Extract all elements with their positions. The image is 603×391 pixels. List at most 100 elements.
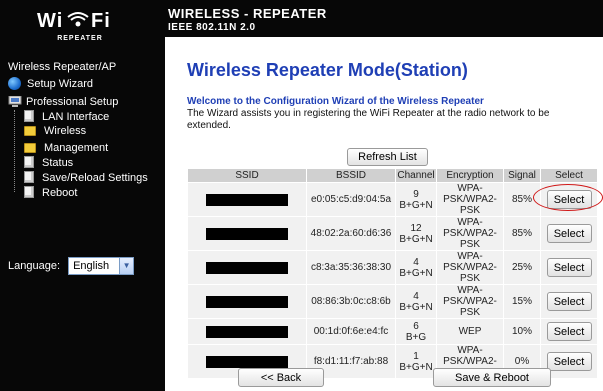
sidebar-item-label: Wireless	[44, 125, 87, 137]
encryption-cell: WPA-PSK/WPA2-PSK	[437, 217, 503, 250]
column-header-encryption: Encryption	[437, 169, 503, 182]
sidebar-item-save-reload[interactable]: Save/Reload Settings	[24, 171, 148, 184]
wifi-repeater-logo: Wi Fi REPEATER	[20, 8, 140, 52]
signal-cell: 10%	[504, 319, 540, 344]
bssid-cell: e0:05:c5:d9:04:5a	[307, 183, 395, 216]
select-button[interactable]: Select	[546, 224, 592, 243]
sidebar-item-reboot[interactable]: Reboot	[24, 186, 77, 199]
channel-mode: B+G+N	[399, 199, 433, 211]
column-header-ssid: SSID	[188, 169, 306, 182]
column-header-channel: Channel	[396, 169, 436, 182]
sidebar-item-label: Management	[44, 142, 109, 154]
back-button[interactable]: << Back	[238, 368, 324, 387]
redacted-ssid	[206, 295, 288, 308]
column-header-bssid: BSSID	[307, 169, 395, 182]
logo-brand: Wi Fi	[20, 8, 140, 34]
wizard-description: The Wizard assists you in registering th…	[187, 108, 550, 131]
folder-icon	[24, 126, 36, 136]
channel-number: 9	[413, 188, 419, 200]
bssid-cell: 08:86:3b:0c:c8:6b	[307, 285, 395, 318]
sidebar-item-lan-interface[interactable]: LAN Interface	[24, 110, 109, 123]
document-icon	[24, 171, 34, 183]
ssid-cell	[188, 183, 306, 216]
sidebar-item-label: LAN Interface	[42, 111, 110, 123]
channel-number: 12	[410, 222, 422, 234]
document-icon	[24, 186, 34, 198]
table-row: e0:05:c5:d9:04:5a 9 B+G+N WPA-PSK/WPA2-PS…	[188, 183, 597, 216]
select-cell: Select	[541, 217, 597, 250]
signal-cell: 15%	[504, 285, 540, 318]
folder-icon	[24, 143, 36, 153]
encryption-cell: WPA-PSK/WPA2-PSK	[437, 285, 503, 318]
chevron-down-icon: ▼	[119, 258, 134, 274]
select-cell: Select	[541, 319, 597, 344]
select-cell: Select	[541, 183, 597, 216]
sidebar-item-label: Reboot	[42, 187, 78, 199]
table-row: c8:3a:35:36:38:30 4 B+G+N WPA-PSK/WPA2-PS…	[188, 251, 597, 284]
signal-cell: 85%	[504, 183, 540, 216]
redacted-ssid	[206, 227, 288, 240]
globe-icon	[8, 77, 21, 90]
sidebar-item-management[interactable]: Management	[24, 141, 108, 154]
channel-number: 6	[413, 320, 419, 332]
logo-subtitle: REPEATER	[57, 35, 103, 42]
channel-number: 4	[413, 256, 419, 268]
document-icon	[24, 156, 34, 168]
table-row: 48:02:2a:60:d6:36 12 B+G+N WPA-PSK/WPA2-P…	[188, 217, 597, 250]
refresh-list-button[interactable]: Refresh List	[347, 148, 428, 166]
sidebar-item-setup-wizard[interactable]: Setup Wizard	[8, 77, 93, 93]
svg-text:Wi: Wi	[37, 10, 63, 31]
redacted-ssid	[206, 261, 288, 274]
language-value: English	[73, 260, 110, 272]
select-button[interactable]: Select	[546, 352, 592, 371]
computer-icon	[8, 96, 22, 107]
bssid-cell: c8:3a:35:36:38:30	[307, 251, 395, 284]
ssid-cell	[188, 251, 306, 284]
channel-number: 1	[413, 350, 419, 362]
table-header-row: SSID BSSID Channel Encryption Signal Sel…	[188, 169, 597, 182]
channel-cell: 9 B+G+N	[396, 183, 436, 216]
table-row: 00:1d:0f:6e:e4:fc 6 B+G WEP 10% Select	[188, 319, 597, 344]
sidebar-item-label: Save/Reload Settings	[42, 172, 148, 184]
select-button[interactable]: Select	[546, 258, 592, 277]
sidebar-item-status[interactable]: Status	[24, 156, 73, 169]
save-reboot-button[interactable]: Save & Reboot	[433, 368, 551, 387]
header-title: WIRELESS - REPEATER	[168, 6, 327, 21]
select-button[interactable]: Select	[546, 292, 592, 311]
sidebar-item-professional-setup[interactable]: Professional Setup	[8, 96, 118, 108]
language-label: Language:	[8, 259, 60, 272]
page-title: Wireless Repeater Mode(Station)	[187, 60, 468, 80]
select-button[interactable]: Select	[546, 190, 592, 209]
header-subtitle: IEEE 802.11N 2.0	[168, 22, 256, 33]
select-cell: Select	[541, 285, 597, 318]
select-cell: Select	[541, 251, 597, 284]
column-header-select: Select	[541, 169, 597, 182]
redacted-ssid	[206, 355, 288, 368]
channel-mode: B+G+N	[399, 301, 433, 313]
channel-cell: 6 B+G	[396, 319, 436, 344]
sidebar-item-wireless[interactable]: Wireless	[24, 124, 86, 137]
channel-mode: B+G+N	[399, 361, 433, 373]
ssid-cell	[188, 217, 306, 250]
encryption-cell: WEP	[437, 319, 503, 344]
sidebar-item-label: Status	[42, 157, 74, 169]
select-button[interactable]: Select	[546, 322, 592, 341]
ssid-cell	[188, 285, 306, 318]
channel-cell: 1 B+G+N	[396, 345, 436, 378]
bssid-cell: 48:02:2a:60:d6:36	[307, 217, 395, 250]
tree-connector	[14, 110, 16, 192]
language-select[interactable]: English ▼	[68, 257, 135, 275]
channel-cell: 4 B+G+N	[396, 251, 436, 284]
channel-mode: B+G+N	[399, 233, 433, 245]
column-header-signal: Signal	[504, 169, 540, 182]
signal-cell: 85%	[504, 217, 540, 250]
bssid-cell: 00:1d:0f:6e:e4:fc	[307, 319, 395, 344]
welcome-text: Welcome to the Configuration Wizard of t…	[187, 96, 484, 107]
channel-mode: B+G+N	[399, 267, 433, 279]
channel-cell: 12 B+G+N	[396, 217, 436, 250]
ssid-cell	[188, 319, 306, 344]
language-selector: Language: English ▼	[8, 257, 135, 275]
access-point-table: SSID BSSID Channel Encryption Signal Sel…	[187, 168, 598, 379]
signal-cell: 25%	[504, 251, 540, 284]
wifi-logo-icon: Wi Fi	[37, 10, 110, 32]
